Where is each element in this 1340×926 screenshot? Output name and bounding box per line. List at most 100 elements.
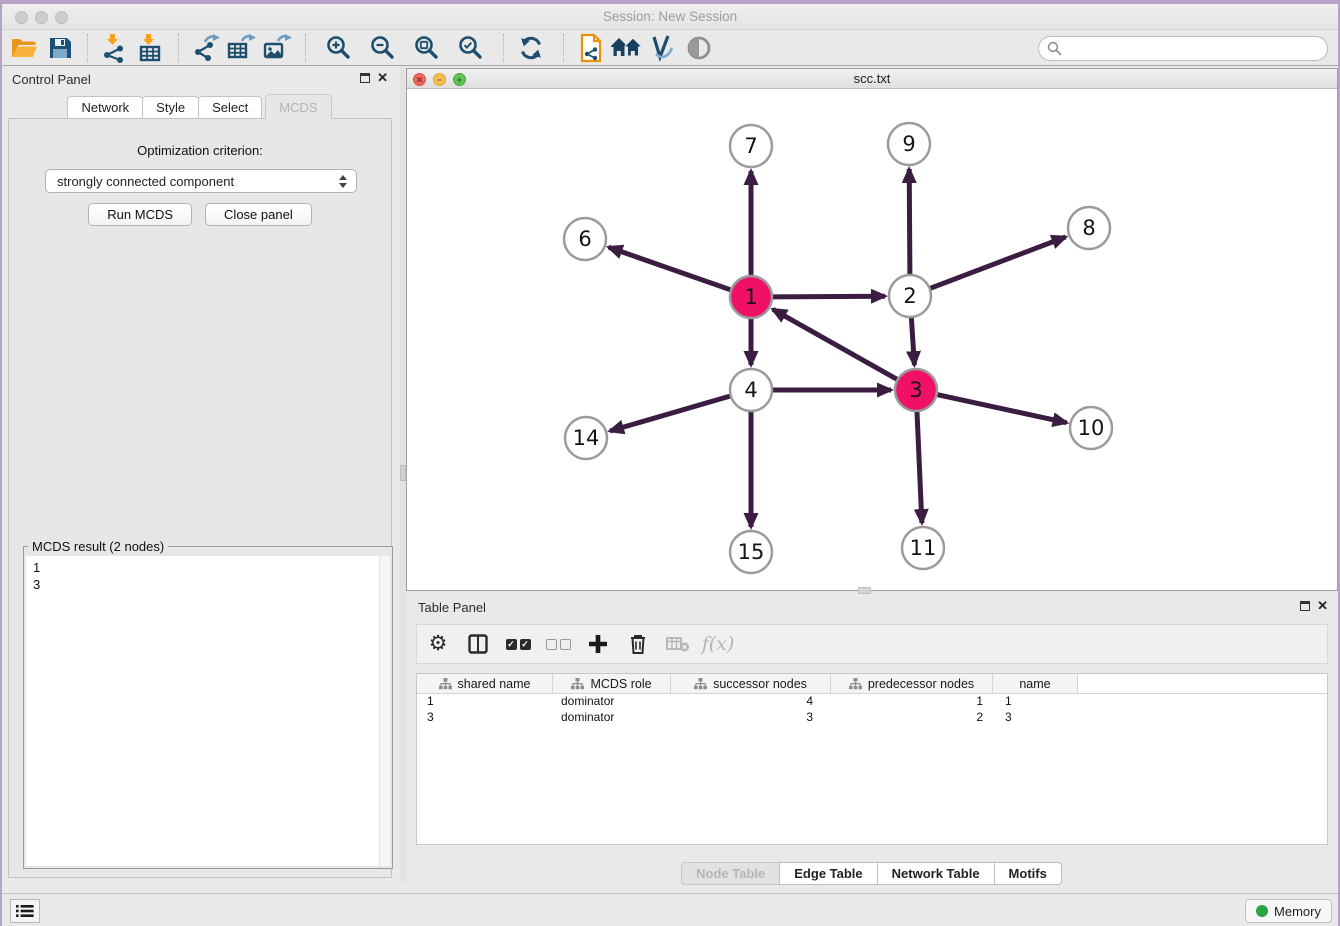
graph-node-4[interactable]: 4 xyxy=(730,369,772,411)
graph-edge-3-1[interactable] xyxy=(773,309,897,379)
cell-shared_name[interactable]: 1 xyxy=(417,694,553,710)
delete-table-icon[interactable] xyxy=(665,631,691,657)
cell-predecessor_nodes[interactable]: 1 xyxy=(831,694,993,710)
node-table: shared nameMCDS rolesuccessor nodesprede… xyxy=(416,673,1328,845)
graph-edge-2-3[interactable] xyxy=(911,318,914,365)
table-panel: Table Panel ✕ ⚙ ✓✓ f(x) shared nameMCDS … xyxy=(406,594,1338,890)
duplicate-network-icon[interactable] xyxy=(573,32,609,64)
graph-edge-3-11[interactable] xyxy=(917,412,922,523)
column-flag-icon xyxy=(694,678,707,690)
network-canvas[interactable]: 7 9 6 8 1 2 4 3 14 10 15 11 xyxy=(407,89,1337,590)
control-panel-tabs: NetworkStyleSelectMCDS xyxy=(0,96,400,119)
graph-node-8[interactable]: 8 xyxy=(1068,207,1110,249)
column-header-predecessor-nodes[interactable]: predecessor nodes xyxy=(831,674,993,693)
delete-column-icon[interactable] xyxy=(625,631,651,657)
search-box[interactable] xyxy=(1038,36,1328,61)
run-mcds-button[interactable]: Run MCDS xyxy=(88,203,192,226)
import-network-icon[interactable] xyxy=(97,32,133,64)
export-image-icon[interactable] xyxy=(260,32,296,64)
apply-layout-icon[interactable] xyxy=(513,32,549,64)
zoom-selected-icon[interactable] xyxy=(453,32,489,64)
cell-name[interactable]: 3 xyxy=(993,710,1078,726)
tab-style[interactable]: Style xyxy=(142,96,199,119)
svg-text:8: 8 xyxy=(1082,216,1095,240)
cell-mcds_role[interactable]: dominator xyxy=(553,710,671,726)
mcds-panel-body: Optimization criterion: strongly connect… xyxy=(8,118,392,878)
graph-node-7[interactable]: 7 xyxy=(730,125,772,167)
network-window-titlebar[interactable]: ✕ − + scc.txt xyxy=(407,69,1337,89)
cell-successor_nodes[interactable]: 4 xyxy=(671,694,831,710)
export-table-icon[interactable] xyxy=(224,32,260,64)
table-row[interactable]: 1dominator411 xyxy=(417,694,1327,710)
table-toolbar: ⚙ ✓✓ f(x) xyxy=(416,624,1328,664)
function-builder-icon[interactable]: f(x) xyxy=(705,631,731,657)
open-session-icon[interactable] xyxy=(6,32,42,64)
column-header-shared-name[interactable]: shared name xyxy=(417,674,553,693)
graph-edge-2-9[interactable] xyxy=(909,169,910,274)
table-row[interactable]: 3dominator323 xyxy=(417,710,1327,726)
graph-node-6[interactable]: 6 xyxy=(564,218,606,260)
graph-node-11[interactable]: 11 xyxy=(902,527,944,569)
graph-edge-3-10[interactable] xyxy=(938,395,1067,423)
tab-network-table[interactable]: Network Table xyxy=(877,862,995,885)
desktop-edge xyxy=(0,0,2,926)
horizontal-splitter-grip[interactable] xyxy=(858,587,871,594)
mcds-result-title: MCDS result (2 nodes) xyxy=(28,539,168,554)
search-input[interactable] xyxy=(1067,40,1327,57)
toolbar-separator xyxy=(305,34,306,62)
graph-node-9[interactable]: 9 xyxy=(888,123,930,165)
column-layout-icon[interactable] xyxy=(465,631,491,657)
save-session-icon[interactable] xyxy=(42,32,78,64)
zoom-out-icon[interactable] xyxy=(365,32,401,64)
graph-node-15[interactable]: 15 xyxy=(730,531,772,573)
graph-node-1[interactable]: 1 xyxy=(730,276,772,318)
add-column-icon[interactable] xyxy=(585,631,611,657)
import-table-icon[interactable] xyxy=(133,32,169,64)
graph-node-3[interactable]: 3 xyxy=(895,369,937,411)
close-panel-icon[interactable]: ✕ xyxy=(377,70,388,86)
tab-select[interactable]: Select xyxy=(198,96,262,119)
apply-style-icon[interactable] xyxy=(645,32,681,64)
app-titlebar: Session: New Session xyxy=(0,4,1340,30)
result-scrollbar[interactable] xyxy=(379,556,390,866)
float-table-panel-icon[interactable] xyxy=(1300,601,1310,611)
zoom-in-icon[interactable] xyxy=(321,32,357,64)
task-history-button[interactable] xyxy=(10,899,40,923)
graph-node-14[interactable]: 14 xyxy=(565,417,607,459)
optimization-criterion-label: Optimization criterion: xyxy=(9,143,391,158)
tab-node-table[interactable]: Node Table xyxy=(681,862,780,885)
close-panel-button[interactable]: Close panel xyxy=(205,203,312,226)
graph-node-10[interactable]: 10 xyxy=(1070,407,1112,449)
cell-successor_nodes[interactable]: 3 xyxy=(671,710,831,726)
graph-edge-2-8[interactable] xyxy=(931,237,1066,288)
graph-edge-4-14[interactable] xyxy=(610,396,730,431)
graph-node-2[interactable]: 2 xyxy=(889,275,931,317)
tab-motifs[interactable]: Motifs xyxy=(994,862,1062,885)
home-panes-icon[interactable] xyxy=(609,32,645,64)
tab-mcds[interactable]: MCDS xyxy=(265,94,331,119)
graph-edge-1-2[interactable] xyxy=(773,296,885,297)
tab-edge-table[interactable]: Edge Table xyxy=(779,862,877,885)
select-all-icon[interactable]: ✓✓ xyxy=(505,631,531,657)
float-panel-icon[interactable] xyxy=(360,73,370,83)
toolbar-separator xyxy=(178,34,179,62)
cell-predecessor_nodes[interactable]: 2 xyxy=(831,710,993,726)
table-settings-icon[interactable]: ⚙ xyxy=(425,631,451,657)
zoom-fit-icon[interactable] xyxy=(409,32,445,64)
memory-button[interactable]: Memory xyxy=(1245,899,1332,923)
cell-name[interactable]: 1 xyxy=(993,694,1078,710)
column-header-MCDS-role[interactable]: MCDS role xyxy=(553,674,671,693)
column-header-successor-nodes[interactable]: successor nodes xyxy=(671,674,831,693)
column-header-name[interactable]: name xyxy=(993,674,1078,693)
criterion-dropdown[interactable]: strongly connected component xyxy=(45,169,357,193)
graph-edge-1-6[interactable] xyxy=(609,247,731,290)
cell-mcds_role[interactable]: dominator xyxy=(553,694,671,710)
column-label: name xyxy=(1019,677,1050,691)
cell-shared_name[interactable]: 3 xyxy=(417,710,553,726)
tab-network[interactable]: Network xyxy=(67,96,143,119)
mcds-result-area[interactable]: 1 3 xyxy=(26,556,390,866)
export-network-icon[interactable] xyxy=(188,32,224,64)
close-table-panel-icon[interactable]: ✕ xyxy=(1317,598,1328,614)
deselect-all-icon[interactable] xyxy=(545,631,571,657)
show-hide-icon[interactable] xyxy=(681,32,717,64)
